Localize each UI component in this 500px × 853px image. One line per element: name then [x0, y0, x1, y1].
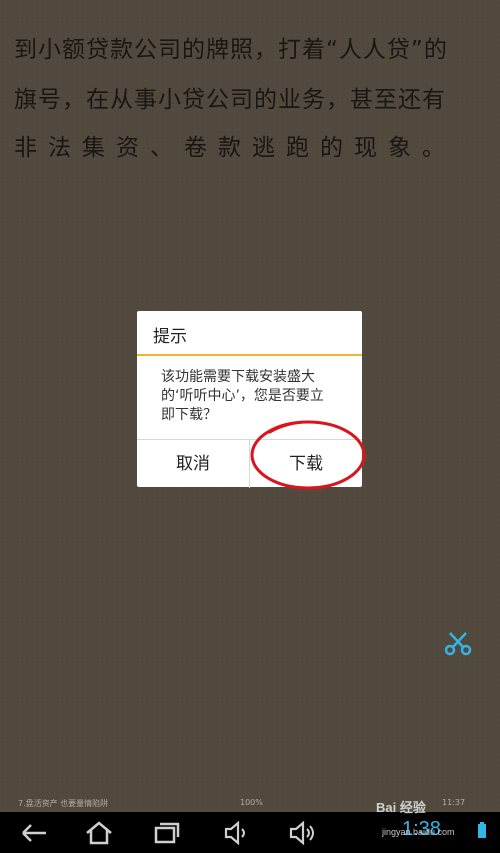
watermark-subtitle: jingyan.baidu.com [382, 827, 455, 837]
volume-up-icon[interactable] [287, 820, 317, 846]
chapter-title: 7.盘活资产 也要量情陷阱 [18, 799, 109, 808]
text-line-1: 到小额贷款公司的牌照，打着“人人贷”的 [14, 37, 448, 63]
reading-progress: 100% [240, 798, 263, 807]
text-line-3: 非法集资、卷款逃跑的现象。 [14, 135, 456, 161]
battery-icon [478, 822, 486, 838]
status-time: 11:37 [442, 798, 466, 807]
home-icon[interactable] [84, 820, 114, 846]
recent-apps-icon[interactable] [152, 820, 182, 846]
text-line-2: 旗号，在从事小贷公司的业务，甚至还有 [14, 87, 446, 113]
scissors-icon[interactable] [444, 630, 472, 658]
cancel-button[interactable]: 取消 [137, 440, 250, 488]
dialog-title: 提示 [153, 327, 187, 347]
watermark-title: Bai 经验 [376, 800, 426, 815]
back-icon[interactable] [20, 820, 50, 846]
volume-down-icon[interactable] [222, 820, 252, 846]
dialog-message: 该功能需要下载安装盛大 的‘听听中心’，您是否要立 即下载？ [161, 369, 324, 423]
annotation-circle [250, 420, 366, 490]
dialog-divider [137, 354, 362, 356]
